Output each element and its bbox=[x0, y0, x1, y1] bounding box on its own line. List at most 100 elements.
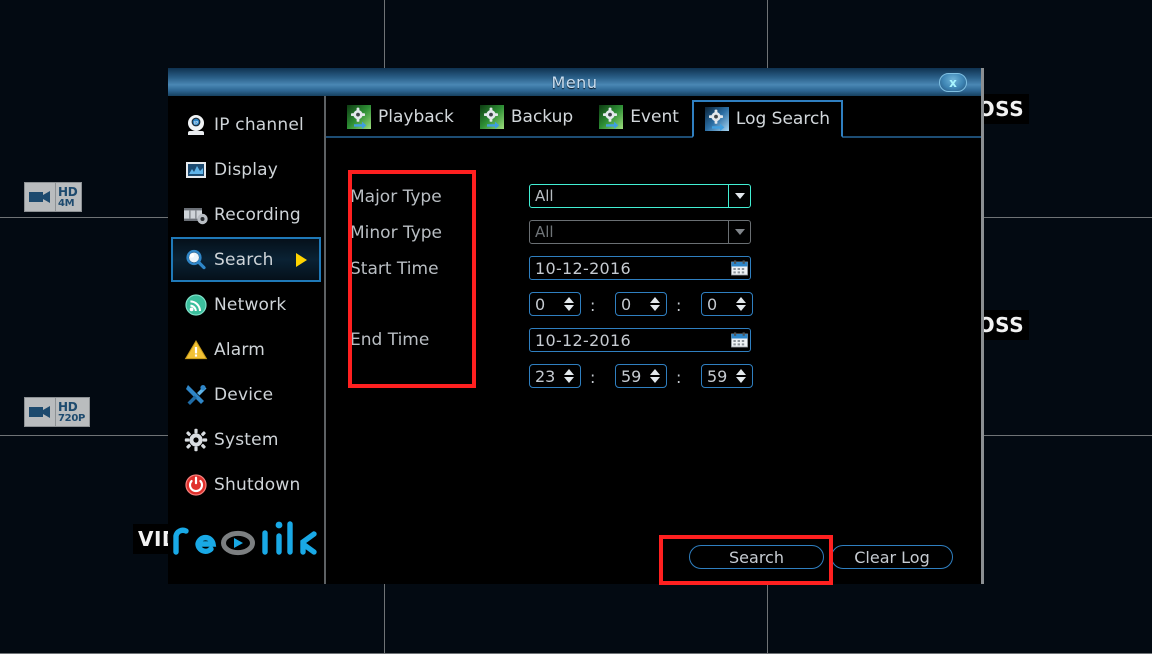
clear-log-button[interactable]: Clear Log bbox=[831, 545, 953, 569]
calendar-icon[interactable] bbox=[728, 332, 750, 348]
stepper-arrows[interactable] bbox=[733, 365, 752, 387]
close-icon[interactable]: x bbox=[939, 73, 967, 92]
chevron-up-icon[interactable] bbox=[736, 369, 746, 375]
hd-badge-line1: HD bbox=[58, 399, 78, 414]
tab-playback[interactable]: Playback bbox=[334, 98, 467, 136]
chevron-right-icon bbox=[296, 252, 307, 267]
hd-badge-text: HD 720P bbox=[55, 398, 89, 426]
camera-icon bbox=[25, 183, 55, 211]
time-separator: : bbox=[676, 368, 682, 387]
tab-label: Backup bbox=[510, 107, 574, 127]
sidebar-item-label: Alarm bbox=[214, 339, 266, 360]
sidebar-item-shutdown[interactable]: Shutdown bbox=[171, 462, 321, 507]
sidebar-item-ip-channel[interactable]: IP IP channel bbox=[171, 102, 321, 147]
sidebar-item-label: Device bbox=[214, 384, 274, 405]
tab-label: Log Search bbox=[735, 109, 831, 129]
sidebar-item-label: Shutdown bbox=[214, 474, 301, 495]
magnifier-icon bbox=[183, 247, 209, 273]
hd-4m-badge: HD 4M bbox=[24, 182, 83, 212]
tab-log-search[interactable]: Log Search bbox=[691, 100, 844, 138]
start-hour-stepper[interactable]: 0 bbox=[529, 292, 581, 316]
start-minute-stepper[interactable]: 0 bbox=[615, 292, 667, 316]
dialog-title-bar: Menu x bbox=[168, 68, 981, 96]
end-date-input[interactable]: 10-12-2016 bbox=[529, 328, 751, 352]
start-date-value: 10-12-2016 bbox=[535, 258, 631, 278]
sidebar-item-label: Display bbox=[214, 159, 279, 180]
content-panel: Playback Backup Event Log Search Major T… bbox=[326, 96, 981, 584]
time-separator: : bbox=[590, 296, 596, 315]
svg-text:IP: IP bbox=[194, 120, 198, 126]
chevron-up-icon[interactable] bbox=[564, 297, 574, 303]
start-second-stepper[interactable]: 0 bbox=[701, 292, 753, 316]
end-date-value: 10-12-2016 bbox=[535, 330, 631, 350]
display-icon bbox=[183, 157, 209, 183]
end-minute-stepper[interactable]: 59 bbox=[615, 364, 667, 388]
search-button[interactable]: Search bbox=[689, 545, 824, 569]
sidebar-item-display[interactable]: Display bbox=[171, 147, 321, 192]
hd-badge-line2: 4M bbox=[58, 197, 75, 209]
chevron-down-icon[interactable] bbox=[728, 185, 750, 207]
chevron-down-icon[interactable] bbox=[564, 305, 574, 311]
minor-type-label: Minor Type bbox=[350, 223, 443, 243]
chevron-up-icon[interactable] bbox=[650, 369, 660, 375]
stepper-arrows[interactable] bbox=[733, 293, 752, 315]
clear-log-button-label: Clear Log bbox=[854, 547, 930, 567]
gear-arrow-icon bbox=[599, 105, 624, 129]
chevron-down-icon[interactable] bbox=[650, 377, 660, 383]
warning-triangle-icon bbox=[183, 337, 209, 363]
start-date-input[interactable]: 10-12-2016 bbox=[529, 256, 751, 280]
start-second-value: 0 bbox=[707, 294, 718, 314]
stepper-arrows[interactable] bbox=[647, 293, 666, 315]
menu-dialog: Menu x IP IP channel Display Recording S… bbox=[168, 68, 984, 584]
chevron-down-icon[interactable] bbox=[736, 377, 746, 383]
sidebar-item-system[interactable]: System bbox=[171, 417, 321, 462]
chevron-down-icon[interactable] bbox=[650, 305, 660, 311]
gear-arrow-icon bbox=[704, 107, 729, 131]
major-type-select[interactable]: All bbox=[529, 184, 751, 208]
tab-backup[interactable]: Backup bbox=[467, 98, 586, 136]
reolink-logo bbox=[168, 518, 324, 558]
chevron-up-icon[interactable] bbox=[650, 297, 660, 303]
end-hour-stepper[interactable]: 23 bbox=[529, 364, 581, 388]
major-type-label: Major Type bbox=[350, 187, 442, 207]
camera-icon bbox=[25, 398, 55, 426]
time-separator: : bbox=[590, 368, 596, 387]
end-second-stepper[interactable]: 59 bbox=[701, 364, 753, 388]
end-second-value: 59 bbox=[707, 366, 728, 386]
gear-arrow-icon bbox=[479, 105, 504, 129]
chevron-down-icon[interactable] bbox=[564, 377, 574, 383]
dialog-body: IP IP channel Display Recording Search N… bbox=[168, 96, 981, 584]
tools-icon bbox=[183, 382, 209, 408]
major-type-value: All bbox=[535, 187, 554, 205]
stepper-arrows[interactable] bbox=[647, 365, 666, 387]
sidebar-item-network[interactable]: Network bbox=[171, 282, 321, 327]
hd-720p-badge: HD 720P bbox=[24, 397, 91, 427]
tab-event[interactable]: Event bbox=[586, 98, 692, 136]
sidebar-item-search[interactable]: Search bbox=[171, 237, 321, 282]
chevron-down-icon[interactable] bbox=[736, 305, 746, 311]
search-button-label: Search bbox=[729, 547, 784, 567]
chevron-down-icon[interactable] bbox=[728, 221, 750, 243]
hd-badge-text: HD 4M bbox=[55, 183, 81, 211]
time-separator: : bbox=[676, 296, 682, 315]
start-hour-value: 0 bbox=[535, 294, 546, 314]
end-hour-value: 23 bbox=[535, 366, 556, 386]
sidebar-item-label: Search bbox=[214, 249, 274, 270]
ip-camera-icon: IP bbox=[183, 112, 209, 138]
sidebar-item-alarm[interactable]: Alarm bbox=[171, 327, 321, 372]
start-time-label: Start Time bbox=[350, 259, 439, 279]
network-icon bbox=[183, 292, 209, 318]
stepper-arrows[interactable] bbox=[561, 365, 580, 387]
calendar-icon[interactable] bbox=[728, 260, 750, 276]
sidebar-item-label: System bbox=[214, 429, 279, 450]
recording-icon bbox=[183, 202, 209, 228]
close-glyph: x bbox=[949, 75, 957, 90]
stepper-arrows[interactable] bbox=[561, 293, 580, 315]
dialog-title: Menu bbox=[551, 72, 598, 92]
tab-bar: Playback Backup Event Log Search bbox=[326, 96, 981, 138]
chevron-up-icon[interactable] bbox=[736, 297, 746, 303]
minor-type-select[interactable]: All bbox=[529, 220, 751, 244]
chevron-up-icon[interactable] bbox=[564, 369, 574, 375]
sidebar-item-device[interactable]: Device bbox=[171, 372, 321, 417]
sidebar-item-recording[interactable]: Recording bbox=[171, 192, 321, 237]
